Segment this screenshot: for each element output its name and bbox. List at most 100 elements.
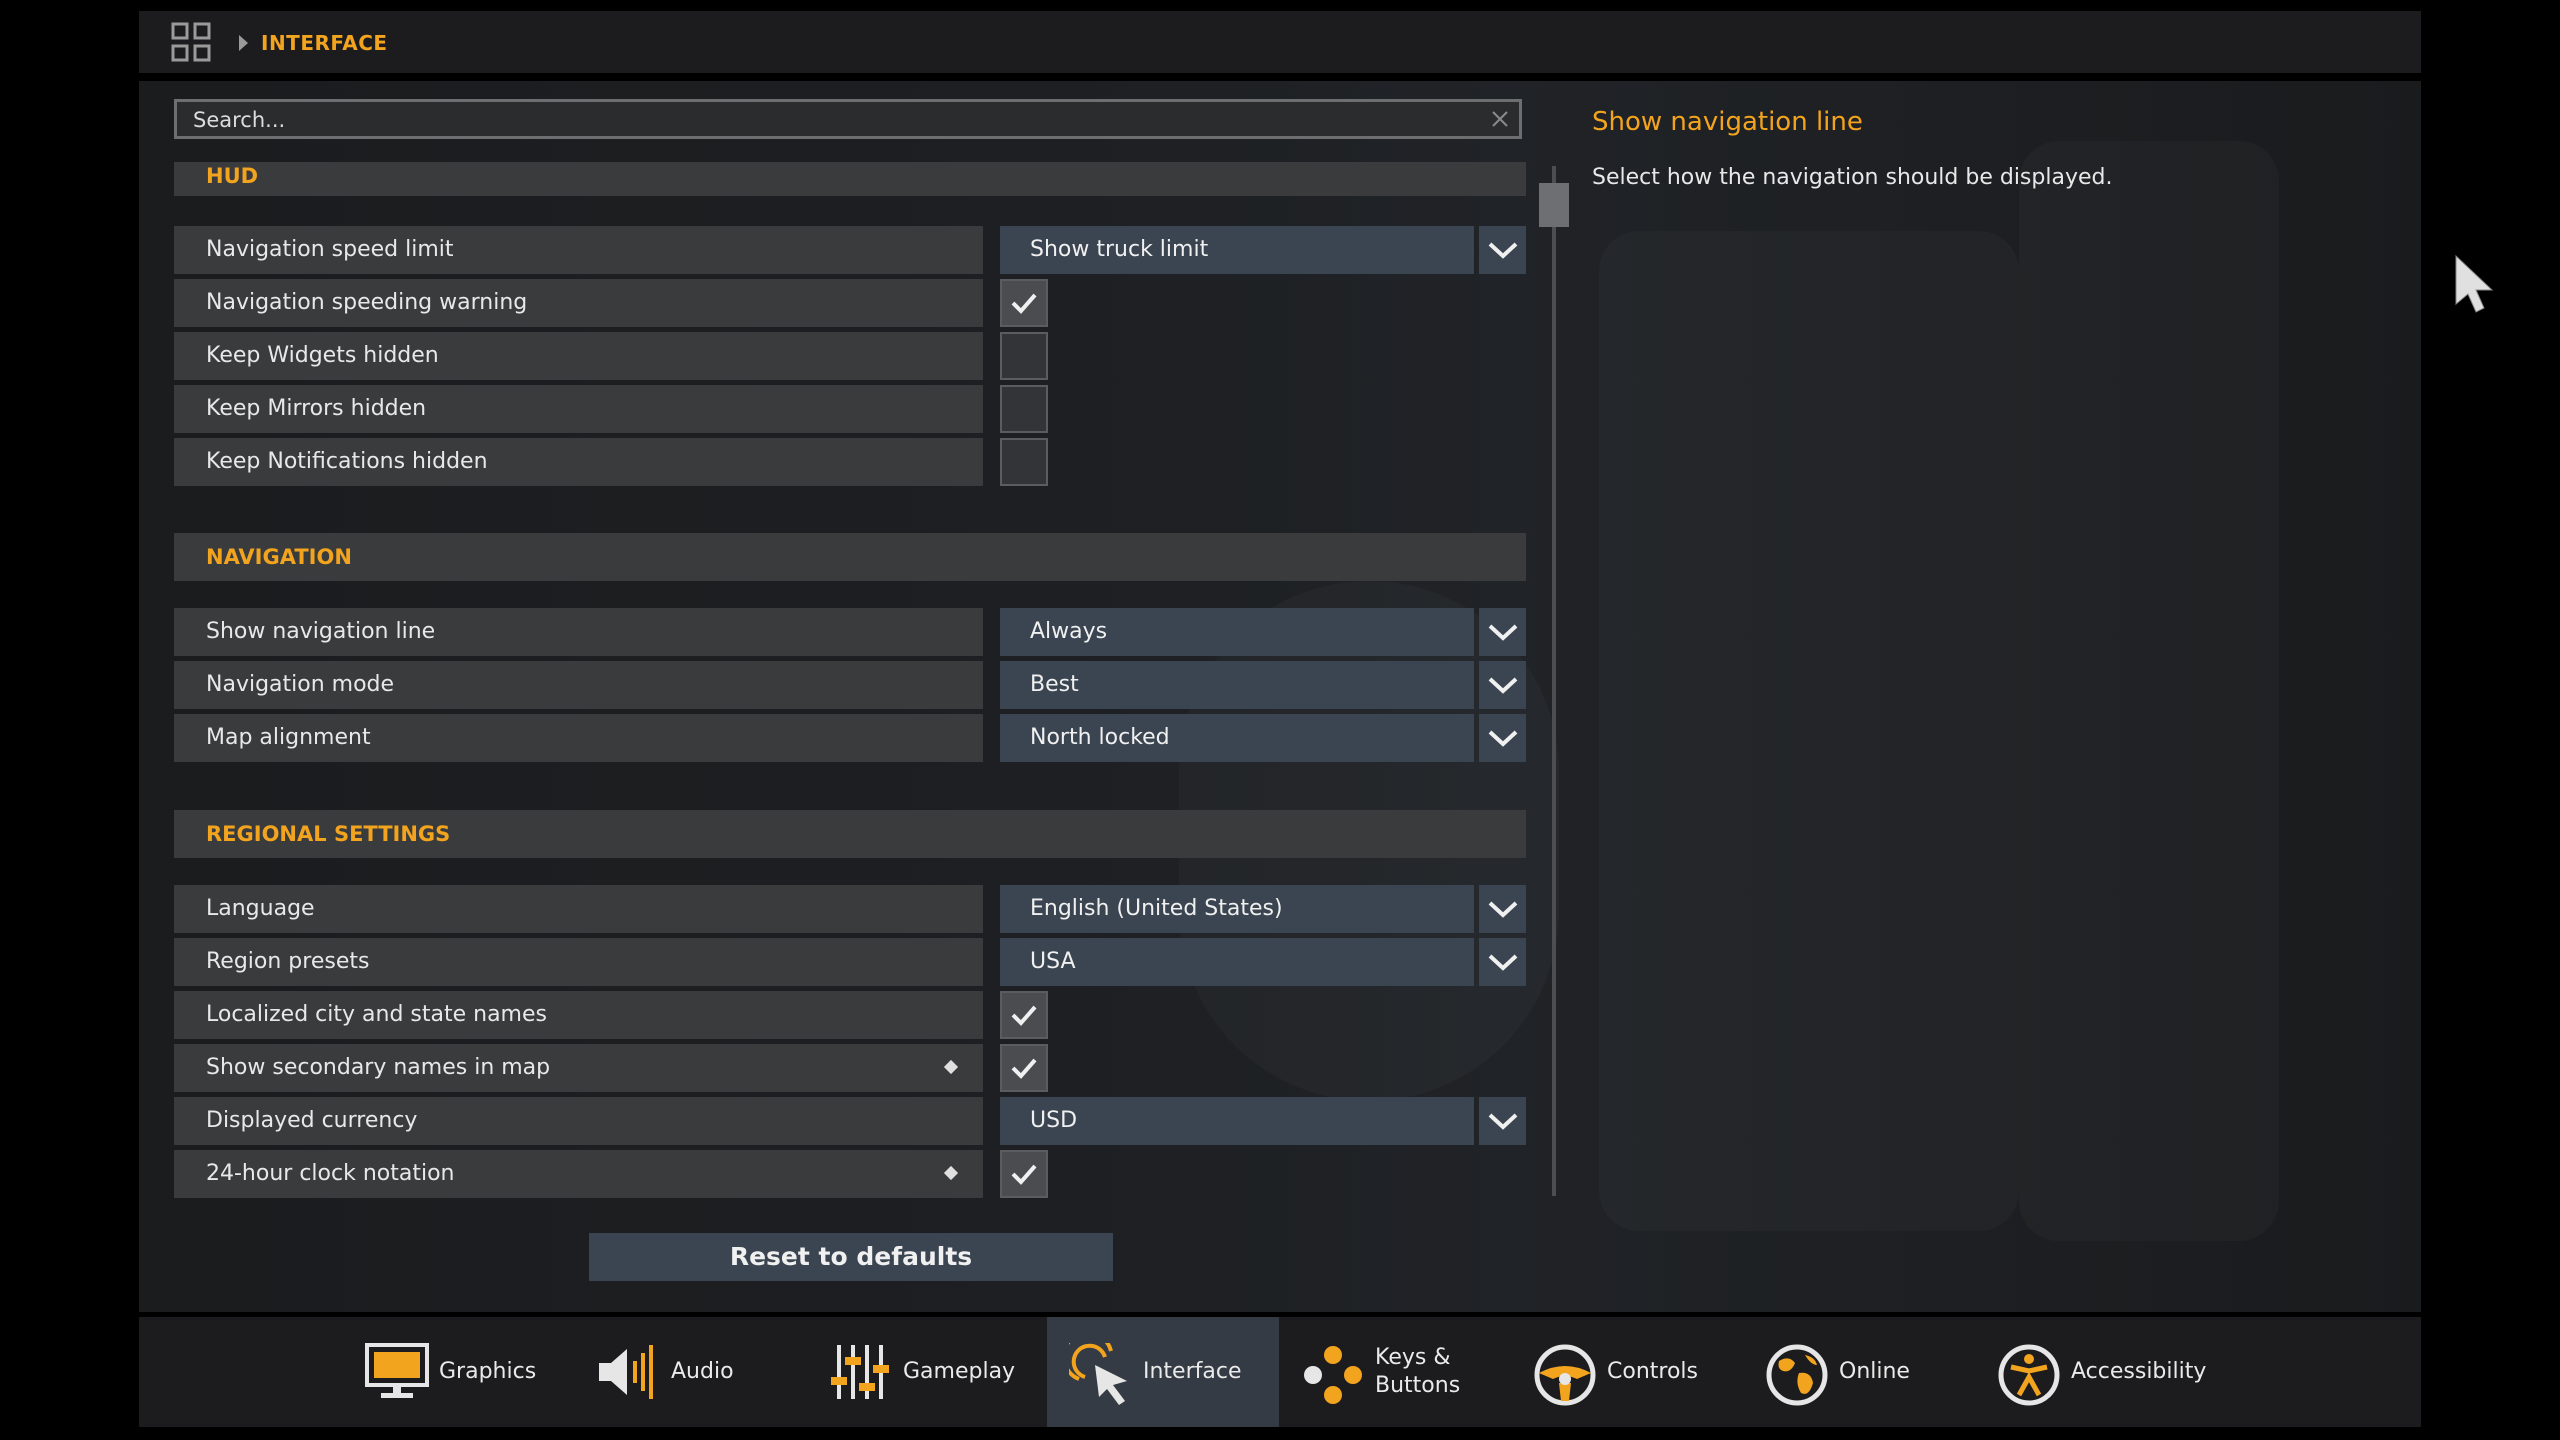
setting-row-24h-clock: 24-hour clock notation: [174, 1150, 1526, 1198]
displayed-currency-dropdown[interactable]: USD: [1000, 1097, 1474, 1145]
top-bar: INTERFACE: [139, 11, 2421, 73]
breadcrumb-arrow-icon: [239, 35, 248, 51]
steering-wheel-icon: [1534, 1344, 1596, 1406]
section-header-navigation: NAVIGATION: [174, 533, 1526, 581]
info-title: Show navigation line: [1592, 107, 1863, 137]
setting-row-keep-widgets-hidden: Keep Widgets hidden: [174, 332, 1526, 380]
dropdown-toggle-button[interactable]: [1479, 226, 1526, 274]
check-icon: [1011, 1005, 1037, 1026]
region-presets-dropdown[interactable]: USA: [1000, 938, 1474, 986]
tab-label: Controls: [1607, 1359, 1698, 1384]
setting-row-displayed-currency: Displayed currency USD: [174, 1097, 1526, 1145]
section-title: REGIONAL SETTINGS: [206, 822, 451, 846]
setting-label: Region presets: [174, 938, 983, 986]
dropdown-toggle-button[interactable]: [1479, 885, 1526, 933]
tab-label: Accessibility: [2071, 1359, 2207, 1384]
info-description: Select how the navigation should be disp…: [1592, 165, 2113, 190]
check-icon: [1011, 1164, 1037, 1185]
tab-graphics[interactable]: Graphics: [343, 1317, 575, 1427]
localized-names-checkbox[interactable]: [1000, 991, 1048, 1039]
search-box[interactable]: [174, 99, 1522, 139]
chevron-down-icon: [1488, 677, 1518, 694]
pointer-click-icon: [1069, 1343, 1127, 1405]
dropdown-toggle-button[interactable]: [1479, 608, 1526, 656]
dropdown-toggle-button[interactable]: [1479, 714, 1526, 762]
setting-label: Navigation speeding warning: [174, 279, 983, 327]
tab-gameplay[interactable]: Gameplay: [807, 1317, 1039, 1427]
setting-row-show-navigation-line: Show navigation line Always: [174, 608, 1526, 656]
check-icon: [1011, 1058, 1037, 1079]
setting-label: Navigation mode: [174, 661, 983, 709]
24h-clock-checkbox[interactable]: [1000, 1150, 1048, 1198]
section-title: HUD: [206, 164, 259, 188]
breadcrumb-current: INTERFACE: [261, 31, 388, 55]
tab-label-line: Keys &: [1375, 1345, 1451, 1370]
chevron-down-icon: [1488, 242, 1518, 259]
navigation-mode-dropdown[interactable]: Best: [1000, 661, 1474, 709]
scrollbar-track[interactable]: [1552, 166, 1556, 1196]
show-navigation-line-dropdown[interactable]: Always: [1000, 608, 1474, 656]
setting-row-map-alignment: Map alignment North locked: [174, 714, 1526, 762]
chevron-down-icon: [1488, 901, 1518, 918]
section-title: NAVIGATION: [206, 545, 352, 569]
scrollbar-thumb[interactable]: [1539, 183, 1569, 227]
mouse-cursor-icon: [2455, 254, 2494, 313]
setting-label: Show navigation line: [174, 608, 983, 656]
reset-to-defaults-button[interactable]: Reset to defaults: [589, 1233, 1113, 1281]
keep-mirrors-hidden-checkbox[interactable]: [1000, 385, 1048, 433]
tab-controls[interactable]: Controls: [1511, 1317, 1743, 1427]
keep-notifications-hidden-checkbox[interactable]: [1000, 438, 1048, 486]
background-truck-shape: [1599, 231, 2019, 1231]
map-alignment-dropdown[interactable]: North locked: [1000, 714, 1474, 762]
keep-widgets-hidden-checkbox[interactable]: [1000, 332, 1048, 380]
tab-online[interactable]: Online: [1743, 1317, 1975, 1427]
setting-row-secondary-names: Show secondary names in map: [174, 1044, 1526, 1092]
background-truck-shape: [2019, 141, 2279, 1241]
secondary-names-checkbox[interactable]: [1000, 1044, 1048, 1092]
tab-audio[interactable]: Audio: [575, 1317, 807, 1427]
gamepad-buttons-icon: [1304, 1346, 1362, 1404]
check-icon: [1011, 293, 1037, 314]
language-dropdown[interactable]: English (United States): [1000, 885, 1474, 933]
setting-label: Localized city and state names: [174, 991, 983, 1039]
setting-label: Navigation speed limit: [174, 226, 983, 274]
settings-panel: HUD Navigation speed limit Show truck li…: [139, 81, 2421, 1312]
tab-interface[interactable]: Interface: [1047, 1317, 1279, 1427]
setting-row-navigation-speeding-warning: Navigation speeding warning: [174, 279, 1526, 327]
tab-label: Graphics: [439, 1359, 537, 1384]
tab-label: Gameplay: [903, 1359, 1016, 1384]
dropdown-toggle-button[interactable]: [1479, 661, 1526, 709]
section-header-hud: HUD: [174, 162, 1526, 196]
chevron-down-icon: [1488, 624, 1518, 641]
dropdown-toggle-button[interactable]: [1479, 938, 1526, 986]
tab-label: Keys & Buttons: [1375, 1317, 1460, 1427]
setting-row-localized-names: Localized city and state names: [174, 991, 1526, 1039]
tab-keys-buttons[interactable]: Keys & Buttons: [1279, 1317, 1511, 1427]
setting-row-navigation-mode: Navigation mode Best: [174, 661, 1526, 709]
speaker-icon: [599, 1345, 653, 1399]
category-tab-bar: Graphics Audio Gameplay Interface Keys &…: [139, 1317, 2421, 1427]
navigation-speed-limit-dropdown[interactable]: Show truck limit: [1000, 226, 1474, 274]
grid-menu-icon[interactable]: [171, 22, 211, 62]
tab-accessibility[interactable]: Accessibility: [1975, 1317, 2275, 1427]
setting-row-keep-mirrors-hidden: Keep Mirrors hidden: [174, 385, 1526, 433]
setting-row-keep-notifications-hidden: Keep Notifications hidden: [174, 438, 1526, 486]
tab-label-line: Buttons: [1375, 1373, 1461, 1398]
sliders-icon: [831, 1345, 889, 1399]
setting-label: Keep Mirrors hidden: [174, 385, 983, 433]
setting-label: 24-hour clock notation: [174, 1150, 983, 1198]
globe-icon: [1766, 1344, 1828, 1406]
navigation-speeding-warning-checkbox[interactable]: [1000, 279, 1048, 327]
monitor-icon: [365, 1343, 429, 1398]
setting-label: Map alignment: [174, 714, 983, 762]
chevron-down-icon: [1488, 954, 1518, 971]
setting-label: Language: [174, 885, 983, 933]
tab-label: Interface: [1143, 1359, 1242, 1384]
setting-label: Show secondary names in map: [174, 1044, 983, 1092]
setting-row-language: Language English (United States): [174, 885, 1526, 933]
dropdown-toggle-button[interactable]: [1479, 1097, 1526, 1145]
setting-label: Keep Notifications hidden: [174, 438, 983, 486]
chevron-down-icon: [1488, 730, 1518, 747]
search-input[interactable]: [191, 102, 1475, 138]
clear-search-icon[interactable]: [1491, 110, 1509, 128]
